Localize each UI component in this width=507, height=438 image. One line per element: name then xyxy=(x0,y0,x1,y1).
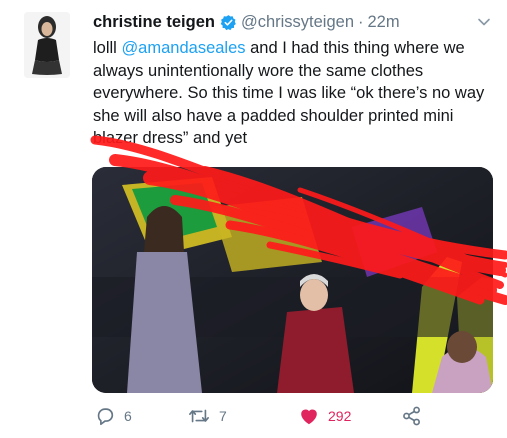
display-name[interactable]: christine teigen xyxy=(93,13,215,32)
retweet-button[interactable]: 7 xyxy=(187,402,227,430)
tweet-photo[interactable] xyxy=(92,167,493,393)
tweet-header: christine teigen @chrissyteigen · 22m xyxy=(93,11,473,33)
retweet-count: 7 xyxy=(219,408,227,424)
handle[interactable]: @chrissyteigen xyxy=(241,13,354,32)
share-icon xyxy=(401,405,423,427)
separator-dot: · xyxy=(358,12,364,31)
chevron-down-icon[interactable] xyxy=(476,14,492,30)
timestamp[interactable]: 22m xyxy=(368,13,400,32)
reply-button[interactable]: 6 xyxy=(94,402,132,430)
like-count: 292 xyxy=(328,408,352,424)
mention-link[interactable]: @amandaseales xyxy=(121,39,245,57)
share-button[interactable] xyxy=(401,402,423,430)
avatar[interactable] xyxy=(24,12,70,78)
reply-count: 6 xyxy=(124,408,132,424)
like-button[interactable]: 292 xyxy=(298,402,351,430)
retweet-icon xyxy=(187,405,211,427)
reply-icon xyxy=(94,405,116,427)
tweet-text-prefix: lolll xyxy=(93,39,122,57)
tweet-text: lolll @amandaseales and I had this thing… xyxy=(93,37,493,150)
tweet: christine teigen @chrissyteigen · 22m lo… xyxy=(0,0,507,438)
action-bar: 6 7 292 xyxy=(0,402,507,430)
heart-icon xyxy=(298,405,320,427)
verified-badge-icon xyxy=(220,14,237,31)
